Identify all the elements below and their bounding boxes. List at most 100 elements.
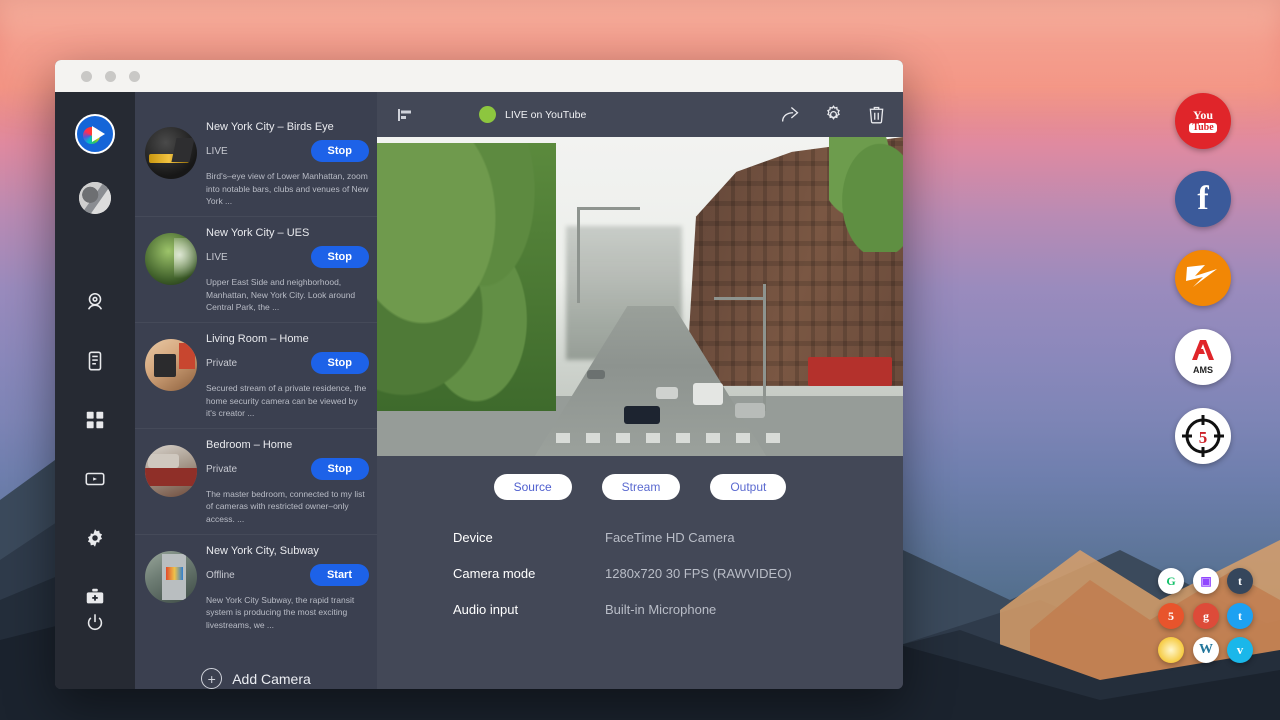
sidebar-item-cameras[interactable]: [73, 280, 117, 324]
live-status-label: LIVE on YouTube: [505, 109, 586, 121]
live-indicator-dot: [479, 106, 496, 123]
window-titlebar[interactable]: [55, 60, 903, 92]
camera-list-topbar: [135, 92, 377, 111]
tab-output[interactable]: Output: [710, 474, 786, 500]
camera-thumbnail: [145, 551, 197, 603]
camera-title: Living Room – Home: [206, 333, 369, 345]
add-camera-label: Add Camera: [232, 671, 311, 687]
camera-thumbnail: [145, 233, 197, 285]
red-awning: [808, 357, 892, 386]
lightning-bolt-icon: [1183, 261, 1223, 295]
settings-tabs: Source Stream Output: [377, 456, 903, 500]
webcam-icon: [84, 291, 106, 313]
camera-list-item[interactable]: Bedroom – Home Private Stop The master b…: [135, 429, 377, 535]
camera-status-row: Private Stop: [206, 458, 369, 480]
window-close-button[interactable]: [81, 71, 92, 82]
window-body: New York City – Birds Eye LIVE Stop Bird…: [55, 92, 903, 689]
sidebar-item-dashboard[interactable]: [73, 398, 117, 442]
desktop-icon-grammarly[interactable]: G: [1158, 568, 1184, 594]
desktop-icon-twitch[interactable]: ▣: [1193, 568, 1219, 594]
desktop-icon-adobe-ams[interactable]: AMS: [1175, 329, 1231, 385]
detail-value: FaceTime HD Camera: [605, 530, 735, 545]
detail-value: 1280x720 30 FPS (RAWVIDEO): [605, 566, 792, 581]
sidebar-item-settings[interactable]: [73, 516, 117, 560]
window-maximize-button[interactable]: [129, 71, 140, 82]
desktop-icon-wordpress[interactable]: W: [1193, 637, 1219, 663]
sidebar-item-power[interactable]: [73, 601, 117, 645]
desktop-icon-vimeo[interactable]: v: [1227, 637, 1253, 663]
camera-status: LIVE: [206, 146, 228, 157]
camera-action-button[interactable]: Stop: [311, 140, 369, 162]
share-icon[interactable]: [780, 104, 801, 125]
camera-description: Secured stream of a private residence, t…: [206, 382, 369, 419]
camera-info: Living Room – Home Private Stop Secured …: [206, 333, 369, 419]
source-details: Device FaceTime HD Camera Camera mode 12…: [377, 500, 903, 638]
add-camera-button[interactable]: + Add Camera: [135, 640, 377, 689]
gear-icon: [84, 527, 106, 549]
gear-icon[interactable]: [823, 104, 844, 125]
left-navigation-rail: [55, 92, 135, 689]
detail-label: Audio input: [453, 602, 605, 617]
main-toolbar-actions: [780, 104, 887, 125]
camera-list-item[interactable]: Living Room – Home Private Stop Secured …: [135, 323, 377, 429]
camera-description: Bird's–eye view of Lower Manhattan, zoom…: [206, 170, 369, 207]
app-logo-icon: [75, 114, 115, 154]
sidebar-item-user-avatar[interactable]: [73, 176, 117, 220]
traffic-pole: [763, 284, 766, 412]
camera-description: New York City Subway, the rapid transit …: [206, 594, 369, 631]
live-status-badge: LIVE on YouTube: [479, 106, 586, 123]
desktop-icon-tumblr[interactable]: t: [1227, 568, 1253, 594]
desktop-icon-google-plus[interactable]: g: [1193, 603, 1219, 629]
trash-icon[interactable]: [866, 104, 887, 125]
camera-description: The master bedroom, connected to my list…: [206, 488, 369, 525]
street-lamp-arm: [577, 207, 640, 210]
sidebar-item-broadcast[interactable]: [73, 457, 117, 501]
desktop-icon-twitter[interactable]: t: [1227, 603, 1253, 629]
camera-list-item[interactable]: New York City, Subway Offline Start New …: [135, 535, 377, 640]
sort-icon[interactable]: [393, 107, 415, 123]
camera-status: Private: [206, 464, 237, 475]
detail-row-audio-input: Audio input Built-in Microphone: [453, 602, 903, 617]
tab-stream[interactable]: Stream: [602, 474, 681, 500]
sidebar-item-app-logo[interactable]: [73, 112, 117, 156]
video-preview[interactable]: [377, 137, 903, 456]
window-minimize-button[interactable]: [105, 71, 116, 82]
car: [656, 387, 678, 399]
camera-status: Private: [206, 358, 237, 369]
detail-label: Camera mode: [453, 566, 605, 581]
desktop-icon-five[interactable]: 5: [1158, 603, 1184, 629]
camera-status-row: Offline Start: [206, 564, 369, 586]
traffic-arm: [714, 297, 767, 300]
camera-thumbnail: [145, 127, 197, 179]
camera-action-button[interactable]: Stop: [311, 352, 369, 374]
desktop-icon-youtube[interactable]: You Tube: [1175, 93, 1231, 149]
grid-icon: [84, 409, 106, 431]
desktop-icon-facebook[interactable]: f: [1175, 171, 1231, 227]
camera-status-row: LIVE Stop: [206, 140, 369, 162]
camera-action-button[interactable]: Stop: [311, 246, 369, 268]
camera-action-button[interactable]: Stop: [311, 458, 369, 480]
camera-status-row: LIVE Stop: [206, 246, 369, 268]
camera-list-item[interactable]: New York City – Birds Eye LIVE Stop Bird…: [135, 111, 377, 217]
sort-glyph-icon: [396, 107, 412, 123]
main-toolbar: LIVE on YouTube: [377, 92, 903, 137]
desktop-icon-sun[interactable]: [1158, 637, 1184, 663]
avatar: [79, 182, 111, 214]
power-icon: [84, 612, 106, 634]
camera-info: New York City, Subway Offline Start New …: [206, 545, 369, 631]
plus-circle-icon: +: [201, 668, 222, 689]
camera-status: Offline: [206, 570, 235, 581]
sidebar-item-devices[interactable]: [73, 339, 117, 383]
camera-action-button[interactable]: Start: [310, 564, 369, 586]
camera-list-item[interactable]: New York City – UES LIVE Stop Upper East…: [135, 217, 377, 323]
car: [735, 403, 765, 418]
camera-status: LIVE: [206, 252, 228, 263]
color-wheel-icon: [83, 127, 100, 144]
desktop-icon-target-five[interactable]: 5: [1175, 408, 1231, 464]
camera-description: Upper East Side and neighborhood, Manhat…: [206, 276, 369, 313]
crosshair-five-icon: 5: [1180, 413, 1226, 459]
camera-title: New York City – Birds Eye: [206, 121, 369, 133]
car: [624, 406, 660, 424]
desktop-icon-wowza[interactable]: [1175, 250, 1231, 306]
tab-source[interactable]: Source: [494, 474, 572, 500]
